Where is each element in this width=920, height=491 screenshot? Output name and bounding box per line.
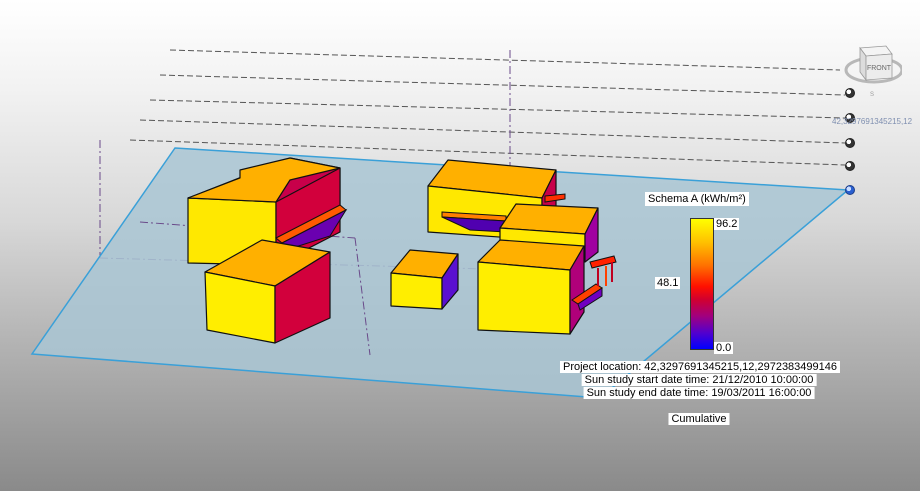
building-6[interactable] <box>477 239 585 335</box>
sun-study-start-text: Sun study start date time: 21/12/2010 10… <box>581 374 817 386</box>
level-marker-icon[interactable] <box>845 161 855 171</box>
legend-max-label: 96.2 <box>714 218 740 230</box>
viewcube-face-label[interactable]: FRONT <box>867 65 892 72</box>
level-marker-icon[interactable] <box>845 138 855 148</box>
viewcube-compass-label: S <box>870 92 874 98</box>
level-marker-icon[interactable] <box>845 88 855 98</box>
3d-viewport[interactable] <box>0 0 920 491</box>
legend-min-label: 0.0 <box>714 342 734 354</box>
active-level-marker-icon[interactable] <box>845 185 855 195</box>
project-location-text: Project location: 42,3297691345215,12,29… <box>559 361 841 373</box>
sun-study-end-text: Sun study end date time: 19/03/2011 16:0… <box>583 387 815 399</box>
legend-title: Schema A (kWh/m²) <box>645 192 749 206</box>
legend-color-scale <box>690 218 714 350</box>
legend-mid-label: 48.1 <box>655 277 681 289</box>
coordinate-readout: 42,3297691345215,12 <box>832 117 913 126</box>
cumulative-mode-text: Cumulative <box>668 413 730 425</box>
